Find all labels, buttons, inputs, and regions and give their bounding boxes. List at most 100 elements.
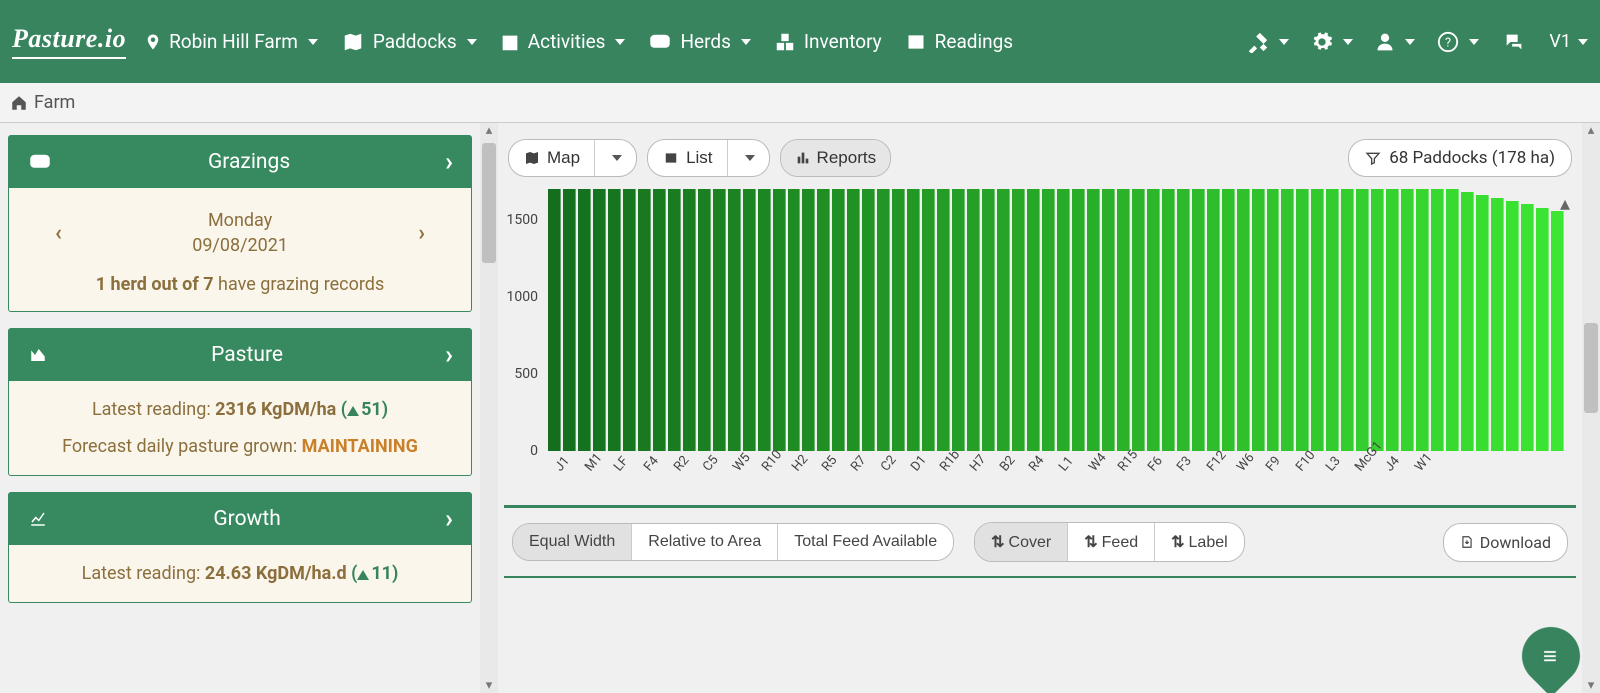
chart-bar[interactable] (623, 189, 636, 451)
chart-bar[interactable] (1267, 189, 1280, 451)
view-map-button[interactable]: Map (509, 140, 594, 176)
chart-bar[interactable] (997, 189, 1010, 451)
nav-chat[interactable] (1501, 31, 1527, 53)
chart-bar[interactable] (1431, 189, 1444, 451)
chart-bar[interactable] (578, 189, 591, 451)
sidebar-scrollbar[interactable]: ▴ ▾ (480, 123, 498, 693)
chart-bar[interactable] (877, 189, 890, 451)
nav-version[interactable]: V1 (1549, 31, 1588, 52)
scrollbar-thumb[interactable] (1584, 323, 1598, 413)
chart-bar[interactable] (563, 189, 576, 451)
sort-feed-button[interactable]: Feed (1068, 523, 1154, 561)
chart-bar[interactable] (937, 189, 950, 451)
chart-bar[interactable] (698, 189, 711, 451)
chart-bar[interactable] (743, 189, 756, 451)
chart-bar[interactable] (1401, 189, 1414, 451)
chart-bar[interactable] (1356, 189, 1369, 451)
equal-width-button[interactable]: Equal Width (513, 524, 631, 560)
chart-bar[interactable] (1386, 189, 1399, 451)
chart-bar[interactable] (1222, 189, 1235, 451)
nav-paddocks[interactable]: Paddocks (340, 30, 477, 53)
nav-herds[interactable]: Herds (647, 30, 750, 53)
view-map-dropdown[interactable] (595, 147, 636, 169)
chart-bar[interactable] (1461, 192, 1474, 451)
chart-bar[interactable] (892, 189, 905, 451)
chart-bar[interactable] (847, 189, 860, 451)
chart-bar[interactable] (1057, 189, 1070, 451)
breadcrumb-farm[interactable]: Farm (34, 92, 75, 113)
prev-day-button[interactable]: ‹ (55, 221, 62, 246)
total-feed-button[interactable]: Total Feed Available (778, 524, 953, 560)
chart-bar[interactable] (1296, 189, 1309, 451)
chart-bar[interactable] (1012, 189, 1025, 451)
chart-bar[interactable] (713, 189, 726, 451)
chart-scroll-up[interactable]: ▴ (1560, 191, 1570, 215)
chart-bar[interactable] (1027, 189, 1040, 451)
chart-bar[interactable] (1371, 189, 1384, 451)
chart-bar[interactable] (1536, 208, 1549, 452)
card-pasture-header[interactable]: Pasture › (9, 329, 471, 381)
chart-bar[interactable] (1491, 198, 1504, 451)
chart-bar[interactable] (802, 189, 815, 451)
chart-bar[interactable] (608, 189, 621, 451)
scrollbar-thumb[interactable] (482, 143, 496, 263)
nav-farm-selector[interactable]: Robin Hill Farm (144, 30, 318, 53)
chart-bar[interactable] (817, 189, 830, 451)
chart-bar[interactable] (1087, 189, 1100, 451)
content-scrollbar[interactable]: ▴ ▾ (1582, 123, 1600, 693)
chart-bar[interactable] (788, 189, 801, 451)
chart-bar[interactable] (1326, 189, 1339, 451)
chart-bar[interactable] (638, 189, 651, 451)
chart-bar[interactable] (1416, 189, 1429, 451)
chart-bar[interactable] (1207, 189, 1220, 451)
chart-bar[interactable] (1341, 189, 1354, 451)
chart-bar[interactable] (862, 189, 875, 451)
chart-bar[interactable] (593, 189, 606, 451)
view-list-dropdown[interactable] (728, 147, 769, 169)
chart-bar[interactable] (758, 189, 771, 451)
chart-bar[interactable] (1252, 189, 1265, 451)
chart-bar[interactable] (1117, 189, 1130, 451)
chart-bar[interactable] (982, 189, 995, 451)
chart-bar[interactable] (668, 189, 681, 451)
chart-bar[interactable] (1132, 189, 1145, 451)
chart-bar[interactable] (1551, 211, 1564, 451)
chart-bar[interactable] (952, 189, 965, 451)
chart-bar[interactable] (1281, 189, 1294, 451)
card-growth-header[interactable]: Growth › (9, 493, 471, 545)
card-grazings-header[interactable]: Grazings › (9, 136, 471, 188)
next-day-button[interactable]: › (418, 221, 425, 246)
chart-bar[interactable] (1042, 189, 1055, 451)
nav-tools[interactable] (1247, 31, 1289, 53)
sort-cover-button[interactable]: Cover (975, 523, 1067, 561)
nav-help[interactable]: ? (1437, 31, 1479, 53)
chart-bar[interactable] (1192, 189, 1205, 451)
chart-bar[interactable] (773, 189, 786, 451)
chart-bar[interactable] (907, 189, 920, 451)
chart-bar[interactable] (1311, 189, 1324, 451)
chart-bar[interactable] (683, 189, 696, 451)
chart-bar[interactable] (1476, 195, 1489, 451)
chart-bar[interactable] (1177, 189, 1190, 451)
chart-bar[interactable] (1102, 189, 1115, 451)
chart-bar[interactable] (1446, 189, 1459, 451)
nav-activities[interactable]: Activities (499, 30, 626, 53)
chart-bar[interactable] (1237, 189, 1250, 451)
chart-bar[interactable] (1162, 189, 1175, 451)
chart-bar[interactable] (1147, 189, 1160, 451)
chart-bar[interactable] (922, 189, 935, 451)
nav-account[interactable] (1375, 31, 1415, 53)
chart-bar[interactable] (1072, 189, 1085, 451)
chart-bar[interactable] (653, 189, 666, 451)
nav-settings[interactable] (1311, 31, 1353, 53)
paddock-filter[interactable]: 68 Paddocks (178 ha) (1348, 139, 1572, 177)
sort-label-button[interactable]: Label (1155, 523, 1244, 561)
chart-bar[interactable] (1521, 204, 1534, 451)
chart-bar[interactable] (832, 189, 845, 451)
view-reports-button[interactable]: Reports (781, 140, 891, 176)
nav-inventory[interactable]: Inventory (773, 30, 882, 53)
relative-area-button[interactable]: Relative to Area (632, 524, 777, 560)
chart-bar[interactable] (548, 189, 561, 451)
download-button[interactable]: Download (1443, 523, 1568, 562)
chart-bar[interactable] (967, 189, 980, 451)
